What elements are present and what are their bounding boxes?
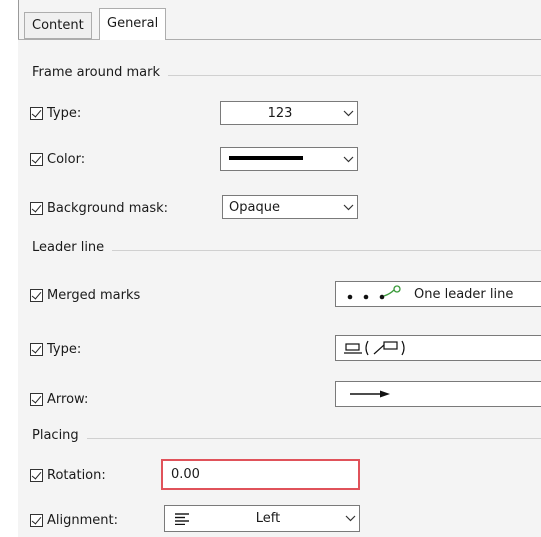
tab-general[interactable]: General <box>99 8 167 40</box>
alignment-checkbox[interactable] <box>30 513 43 527</box>
frame-color-row: Color: <box>30 148 85 170</box>
merged-dots-icon <box>336 285 408 303</box>
leader-type-checkbox[interactable] <box>30 342 43 356</box>
leader-section-header: Leader line <box>32 240 541 260</box>
chevron-down-icon <box>339 156 357 163</box>
merged-marks-dropdown[interactable]: One leader line <box>335 281 541 307</box>
leader-type-dropdown[interactable] <box>335 335 541 361</box>
alignment-value: Left <box>255 511 281 526</box>
placing-section-header: Placing <box>32 428 541 448</box>
arrow-label: Arrow: <box>47 391 89 407</box>
chevron-down-icon <box>339 204 357 211</box>
tab-content-area: Frame around mark Type: 123 Color: Backg… <box>18 40 541 537</box>
tab-bar: Content General <box>18 8 541 40</box>
leader-type-row: Type: <box>30 338 81 360</box>
chevron-down-icon <box>341 515 359 522</box>
merged-marks-label: Merged marks <box>47 287 141 303</box>
merged-marks-value: One leader line <box>414 286 514 302</box>
background-mask-row: Background mask: <box>30 197 168 219</box>
frame-section-header: Frame around mark <box>32 65 541 85</box>
leader-section-title: Leader line <box>32 240 113 255</box>
arrow-icon <box>336 389 394 399</box>
arrow-dropdown[interactable] <box>335 381 541 407</box>
frame-type-dropdown[interactable]: 123 <box>220 101 358 125</box>
frame-type-value: 123 <box>267 105 293 121</box>
alignment-dropdown[interactable]: Left <box>164 505 360 532</box>
leader-type-icon <box>336 339 414 357</box>
merged-marks-checkbox[interactable] <box>30 288 43 302</box>
leader-type-label: Type: <box>47 341 82 357</box>
frame-type-label: Type: <box>47 105 82 121</box>
alignment-row: Alignment: <box>30 509 118 531</box>
solid-line-swatch-icon <box>221 152 339 167</box>
frame-type-row: Type: <box>30 102 81 124</box>
frame-color-label: Color: <box>47 151 86 167</box>
chevron-down-icon <box>339 110 357 117</box>
frame-color-checkbox[interactable] <box>30 152 43 166</box>
frame-type-checkbox[interactable] <box>30 106 43 120</box>
arrow-row: Arrow: <box>30 388 88 410</box>
alignment-label: Alignment: <box>47 512 118 528</box>
arrow-checkbox[interactable] <box>30 392 43 406</box>
rotation-label: Rotation: <box>47 467 106 483</box>
background-mask-value: Opaque <box>229 199 280 215</box>
align-left-icon <box>165 512 189 525</box>
rotation-checkbox[interactable] <box>30 468 43 482</box>
merged-marks-row: Merged marks <box>30 284 140 306</box>
section-divider <box>32 438 541 439</box>
tab-content[interactable]: Content <box>24 12 92 39</box>
background-mask-label: Background mask: <box>47 200 168 216</box>
background-mask-checkbox[interactable] <box>30 201 43 215</box>
frame-section-title: Frame around mark <box>32 65 168 80</box>
frame-color-dropdown[interactable] <box>220 147 358 171</box>
background-mask-dropdown[interactable]: Opaque <box>222 195 358 219</box>
rotation-input[interactable]: 0.00 <box>161 459 360 490</box>
placing-section-title: Placing <box>32 428 87 443</box>
rotation-row: Rotation: <box>30 464 106 486</box>
